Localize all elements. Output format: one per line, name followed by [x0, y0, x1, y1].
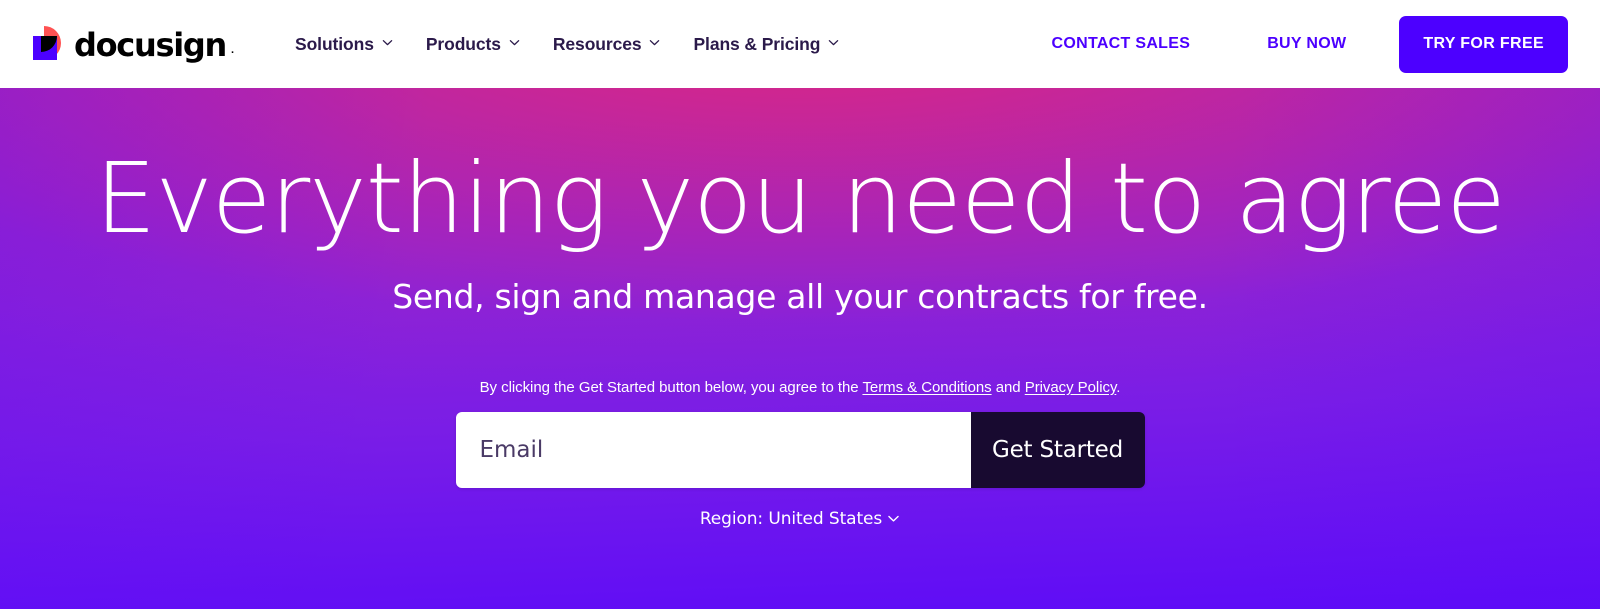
try-for-free-button[interactable]: TRY FOR FREE — [1399, 15, 1568, 73]
chevron-down-icon — [828, 37, 839, 48]
email-input[interactable] — [455, 411, 971, 488]
chevron-down-icon — [649, 37, 660, 48]
signup-form: Get Started — [455, 411, 1145, 488]
chevron-down-icon — [509, 37, 520, 48]
chevron-down-icon — [887, 512, 900, 525]
logo-trademark: . — [230, 44, 235, 56]
legal-suffix: . — [1116, 378, 1121, 396]
nav-item-label: Solutions — [295, 33, 374, 54]
site-header: docusign . Solutions Products Resources … — [0, 0, 1600, 88]
primary-navigation: Solutions Products Resources Plans & Pri… — [295, 34, 839, 55]
docusign-logo-mark-icon — [30, 25, 68, 63]
contact-sales-link[interactable]: CONTACT SALES — [1051, 35, 1190, 53]
header-actions: CONTACT SALES BUY NOW TRY FOR FREE — [1051, 15, 1568, 73]
region-selector-label: Region: United States — [699, 508, 883, 529]
legal-conjunction: and — [991, 378, 1025, 396]
nav-item-label: Products — [425, 33, 501, 54]
region-selector[interactable]: Region: United States — [700, 509, 900, 529]
get-started-button[interactable]: Get Started — [970, 411, 1145, 488]
docusign-logo-link[interactable]: docusign . — [30, 25, 235, 63]
legal-prefix: By clicking the Get Started button below… — [479, 378, 863, 396]
buy-now-link[interactable]: BUY NOW — [1267, 35, 1346, 53]
nav-item-resources[interactable]: Resources — [553, 34, 661, 55]
page-title: Everything you need to agree — [95, 142, 1506, 255]
nav-item-plans-and-pricing[interactable]: Plans & Pricing — [693, 34, 839, 55]
hero-subheadline: Send, sign and manage all your contracts… — [392, 276, 1208, 316]
terms-and-conditions-link[interactable]: Terms & Conditions — [862, 379, 991, 396]
nav-item-label: Resources — [552, 33, 642, 54]
nav-item-products[interactable]: Products — [426, 34, 520, 55]
legal-disclaimer: By clicking the Get Started button below… — [480, 379, 1121, 396]
nav-item-label: Plans & Pricing — [693, 33, 821, 54]
nav-item-solutions[interactable]: Solutions — [295, 34, 393, 55]
chevron-down-icon — [382, 37, 393, 48]
hero-section: Everything you need to agree Send, sign … — [0, 88, 1600, 609]
logo-wordmark: docusign — [74, 26, 227, 64]
privacy-policy-link[interactable]: Privacy Policy — [1025, 379, 1117, 396]
